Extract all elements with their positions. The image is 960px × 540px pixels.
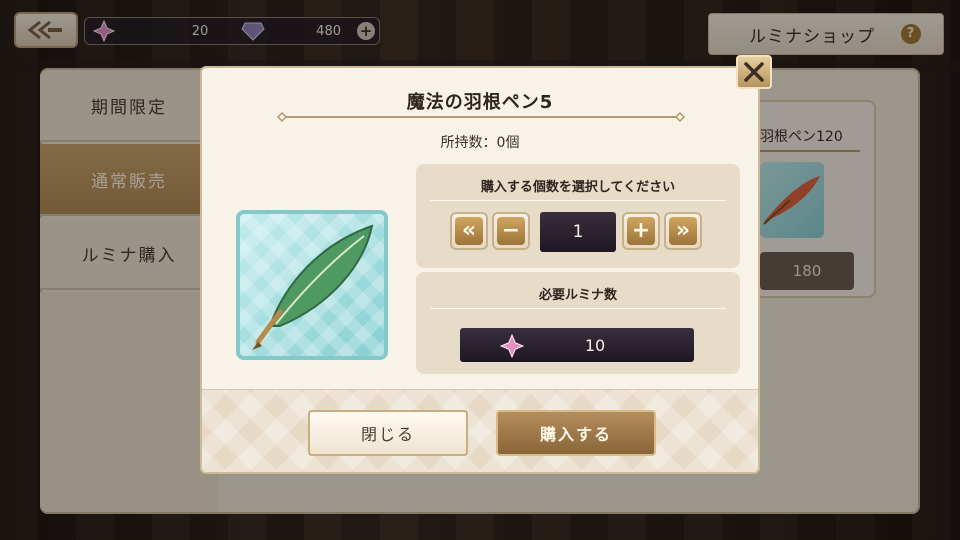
buy-button[interactable]: 購入する: [496, 410, 656, 456]
quantity-increase-button[interactable]: +: [622, 212, 660, 250]
cost-label: 必要ルミナ数: [538, 288, 617, 303]
quantity-prompt: 購入する個数を選択してください: [480, 180, 676, 195]
quantity-min-button[interactable]: «: [450, 212, 488, 250]
dialog-title: 魔法の羽根ペン5: [406, 92, 554, 113]
divider: [430, 308, 726, 309]
purchase-dialog: 魔法の羽根ペン5 所持数：0個 購入する個数を選択してください « − 1 + …: [200, 66, 760, 474]
double-chevron-left-icon: «: [455, 217, 483, 245]
cost-bar: 10: [460, 328, 694, 362]
divider: [430, 200, 726, 201]
x-close-icon: [744, 62, 764, 82]
quantity-decrease-button[interactable]: −: [492, 212, 530, 250]
quantity-value[interactable]: 1: [540, 212, 616, 252]
quantity-section: 購入する個数を選択してください « − 1 + »: [416, 164, 740, 268]
dialog-close-x-button[interactable]: [736, 55, 772, 89]
item-image: [236, 210, 388, 360]
green-feather-quill-icon: [252, 224, 374, 350]
cost-section: 必要ルミナ数 10: [416, 272, 740, 374]
owned-count: 所持数：0個: [440, 135, 520, 151]
plus-icon: +: [627, 217, 655, 245]
dialog-footer: [202, 389, 758, 472]
cost-value: 10: [584, 335, 606, 355]
close-button[interactable]: 閉じる: [308, 410, 468, 456]
minus-icon: −: [497, 217, 525, 245]
quantity-max-button[interactable]: »: [664, 212, 702, 250]
double-chevron-right-icon: »: [669, 217, 697, 245]
title-divider: [276, 112, 686, 122]
